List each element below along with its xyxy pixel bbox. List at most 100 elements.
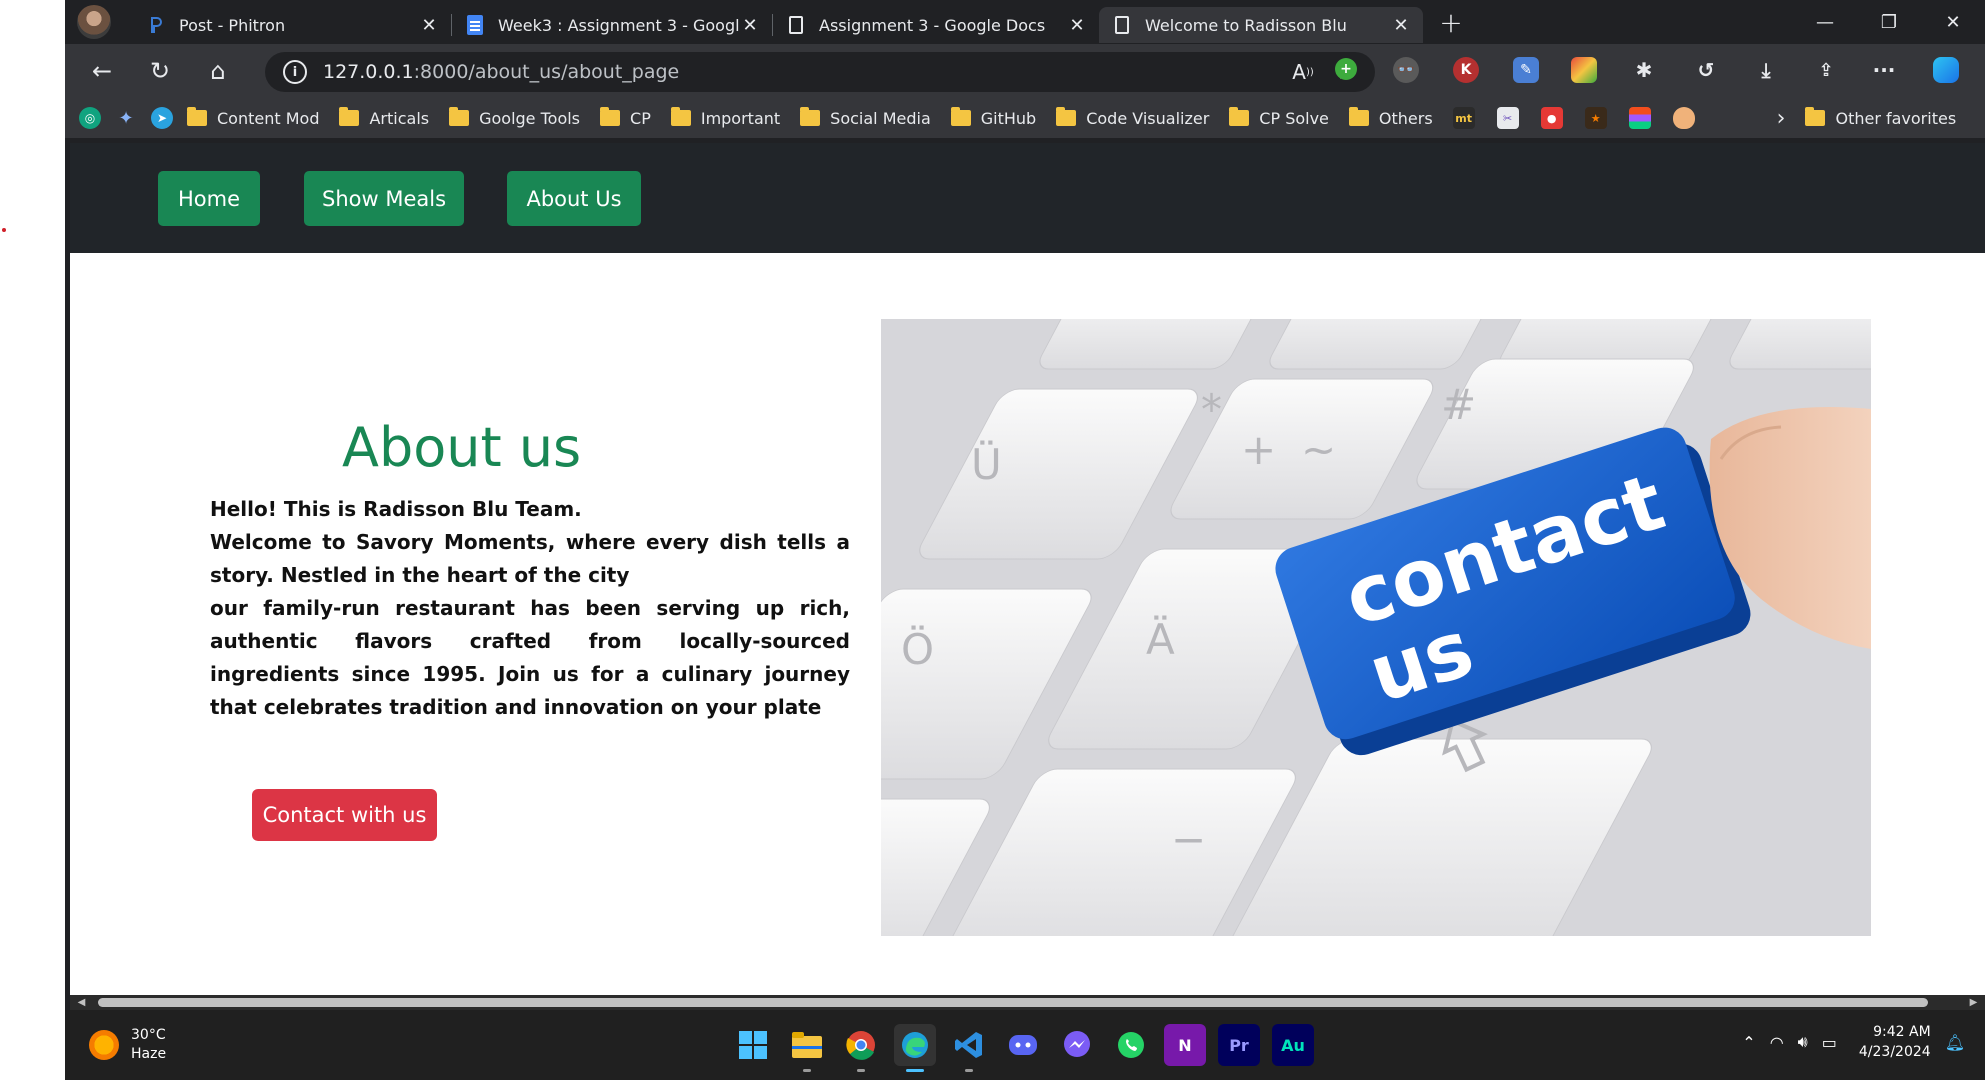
bookmark-folder[interactable]: CP (600, 107, 651, 128)
key-glyph: Ü (971, 439, 1002, 489)
haze-sun-icon (89, 1030, 119, 1060)
nav-about-us-button[interactable]: About Us (507, 171, 641, 226)
page-icon (1113, 16, 1131, 34)
address-bar[interactable]: i 127.0.0.1:8000/about_us/about_page A))… (265, 52, 1375, 92)
clock-date: 4/23/2024 (1858, 1044, 1931, 1060)
extension-colors-icon[interactable] (1571, 57, 1597, 83)
close-icon[interactable]: ✕ (419, 15, 439, 36)
profile-avatar[interactable] (77, 5, 111, 39)
bookmark-folder[interactable]: Code Visualizer (1056, 107, 1209, 128)
weather-widget[interactable]: 30°C Haze (89, 1026, 166, 1064)
whatsapp-icon[interactable] (1110, 1024, 1152, 1066)
clock[interactable]: 9:42 AM 4/23/2024 (1859, 1022, 1931, 1062)
onenote-icon[interactable]: N (1164, 1024, 1206, 1066)
site-info-icon[interactable]: i (283, 60, 307, 84)
home-icon[interactable]: ⌂ (197, 50, 239, 92)
bookmark-mt-icon[interactable]: mt (1452, 107, 1475, 129)
messenger-icon[interactable] (1056, 1024, 1098, 1066)
close-icon[interactable]: ✕ (740, 15, 760, 36)
back-arrow-icon[interactable]: ← (81, 50, 123, 92)
figma-icon[interactable] (1628, 107, 1651, 129)
copilot-icon[interactable] (1933, 57, 1959, 83)
tab-week3-assignment[interactable]: Week3 : Assignment 3 - Google D ✕ (452, 7, 772, 43)
bookmarks-bar: ◎ ✦ ➤ Content Mod Articals Goolge Tools … (65, 98, 1985, 138)
file-explorer-icon[interactable] (786, 1024, 828, 1072)
google-docs-icon (466, 15, 484, 35)
extension-owl-icon[interactable]: 👓 (1393, 57, 1419, 83)
contact-with-us-button[interactable]: Contact with us (252, 789, 437, 841)
bookmark-star-icon[interactable]: ★ (1584, 107, 1607, 129)
refresh-icon[interactable]: ↻ (139, 50, 181, 92)
page-viewport: Home Show Meals About Us About us Hello!… (70, 143, 1985, 995)
nav-show-meals-button[interactable]: Show Meals (304, 171, 464, 226)
audition-icon[interactable]: Au (1272, 1024, 1314, 1066)
premiere-icon[interactable]: Pr (1218, 1024, 1260, 1066)
folder-icon (1056, 107, 1077, 126)
bookmark-red-icon[interactable]: ● (1540, 107, 1563, 129)
extensions-puzzle-icon[interactable]: ✱ (1631, 57, 1657, 83)
more-menu-icon[interactable]: ··· (1871, 57, 1897, 83)
close-window-icon[interactable]: ✕ (1921, 0, 1985, 44)
clock-time: 9:42 AM (1873, 1024, 1931, 1040)
folder-icon (339, 107, 360, 126)
windows-start-icon[interactable] (732, 1024, 774, 1066)
bookmark-folder[interactable]: Goolge Tools (449, 107, 580, 128)
restore-icon[interactable]: ❐ (1857, 0, 1921, 44)
close-icon[interactable]: ✕ (1391, 15, 1411, 36)
chatgpt-icon[interactable]: ◎ (79, 107, 101, 129)
folder-icon (600, 107, 621, 126)
bookmark-folder[interactable]: CP Solve (1229, 107, 1329, 128)
folder-icon (950, 107, 971, 126)
minimize-icon[interactable]: — (1793, 0, 1857, 44)
telegram-icon[interactable]: ➤ (151, 107, 173, 129)
tab-assignment-3[interactable]: Assignment 3 - Google Docs ✕ (773, 7, 1099, 43)
share-icon[interactable]: ⇪ (1813, 57, 1839, 83)
gemini-icon[interactable]: ✦ (115, 107, 137, 129)
chevron-right-icon[interactable]: › (1777, 106, 1786, 131)
url-text[interactable]: 127.0.0.1:8000/about_us/about_page (323, 61, 679, 83)
folder-icon (449, 107, 470, 126)
scrollbar-thumb[interactable] (98, 998, 1928, 1007)
tab-phitron[interactable]: Post - Phitron ✕ (133, 7, 451, 43)
discord-icon[interactable] (1002, 1024, 1044, 1066)
weather-condition: Haze (131, 1046, 167, 1062)
volume-icon[interactable]: 🔊︎ (1798, 1032, 1808, 1052)
key-glyph: + (1241, 425, 1276, 474)
tab-title: Week3 : Assignment 3 - Google D (498, 15, 740, 35)
about-title: About us (342, 416, 582, 479)
scroll-right-icon[interactable]: ▶ (1966, 995, 1981, 1010)
key-glyph: # (1441, 380, 1476, 429)
downloads-icon[interactable]: ⤓ (1753, 57, 1779, 83)
bookmark-egg-icon[interactable] (1672, 107, 1695, 129)
extension-edit-icon[interactable]: ✎ (1513, 57, 1539, 83)
phitron-icon (147, 16, 165, 34)
scroll-left-icon[interactable]: ◀ (74, 995, 89, 1010)
history-icon[interactable]: ↺ (1693, 57, 1719, 83)
close-icon[interactable]: ✕ (1067, 15, 1087, 36)
horizontal-scrollbar[interactable]: ◀ ▶ (70, 995, 1985, 1010)
read-aloud-icon[interactable]: A)) (1291, 60, 1315, 84)
bookmark-folder[interactable]: Content Mod (187, 107, 319, 128)
other-favorites[interactable]: Other favorites (1805, 107, 1956, 128)
nav-home-button[interactable]: Home (158, 171, 260, 226)
vscode-icon[interactable] (948, 1024, 990, 1072)
bookmark-tool-icon[interactable]: ✂ (1496, 107, 1519, 129)
edge-icon[interactable] (894, 1024, 936, 1072)
chevron-up-icon[interactable]: ⌃ (1742, 1033, 1755, 1052)
notification-bell-icon[interactable]: 🔔︎ (1945, 1033, 1965, 1052)
new-tab-button[interactable]: + (1433, 4, 1469, 40)
about-line: Welcome to Savory Moments, where every d… (210, 530, 850, 587)
bookmark-folder[interactable]: Others (1348, 107, 1433, 128)
bookmark-folder[interactable]: GitHub (950, 107, 1036, 128)
red-dot (2, 228, 6, 232)
bookmark-folder[interactable]: Articals (339, 107, 429, 128)
tab-radisson-blu[interactable]: Welcome to Radisson Blu ✕ (1099, 7, 1423, 43)
extension-green-icon[interactable]: + (1335, 58, 1357, 80)
bookmark-folder[interactable]: Important (670, 107, 780, 128)
wifi-icon[interactable]: ◠ (1770, 1033, 1784, 1052)
extension-k-icon[interactable]: K (1453, 57, 1479, 83)
folder-icon (1348, 107, 1369, 126)
chrome-icon[interactable] (840, 1024, 882, 1072)
bookmark-folder[interactable]: Social Media (800, 107, 931, 128)
battery-icon[interactable]: ▭ (1822, 1033, 1837, 1052)
